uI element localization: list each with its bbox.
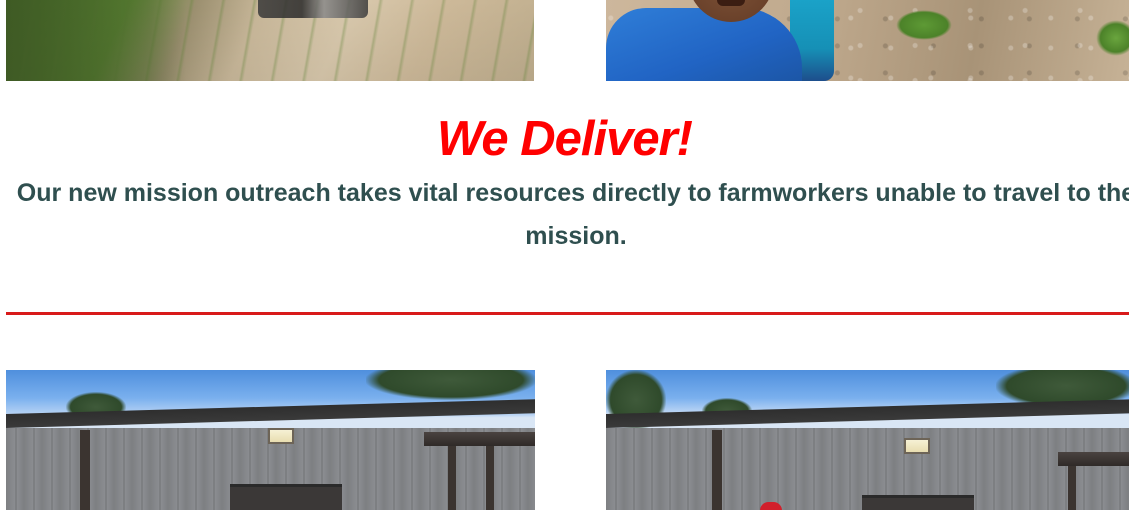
wall-lamp (904, 438, 930, 454)
volunteer-shirt (606, 8, 802, 81)
building-post (712, 430, 722, 510)
seedling (896, 10, 952, 40)
shed-roof (1058, 452, 1129, 466)
seedling (1096, 20, 1129, 56)
field-shadow (6, 0, 186, 81)
person-red-cap (760, 502, 782, 510)
mission-building-photo (6, 370, 535, 510)
volunteer-selfie-photo (606, 0, 1129, 81)
page: We Deliver! Our new mission outreach tak… (0, 0, 1129, 510)
building-post (80, 430, 90, 510)
building-door (862, 495, 974, 510)
section-description: Our new mission outreach takes vital res… (16, 179, 1129, 250)
shed-roof (424, 432, 535, 446)
building-roof (606, 399, 1129, 428)
shed-post (1068, 466, 1076, 510)
farm-field-photo (6, 0, 534, 81)
building-door (230, 484, 342, 510)
section-headline: We Deliver! (437, 112, 693, 166)
volunteer-smile (717, 0, 745, 6)
tree (366, 370, 535, 400)
shed-post (448, 446, 456, 510)
mission-building-photo (606, 370, 1129, 510)
shed-post (486, 446, 494, 510)
workers-figure (258, 0, 368, 18)
section-divider (6, 312, 1129, 315)
wall-lamp (268, 428, 294, 444)
